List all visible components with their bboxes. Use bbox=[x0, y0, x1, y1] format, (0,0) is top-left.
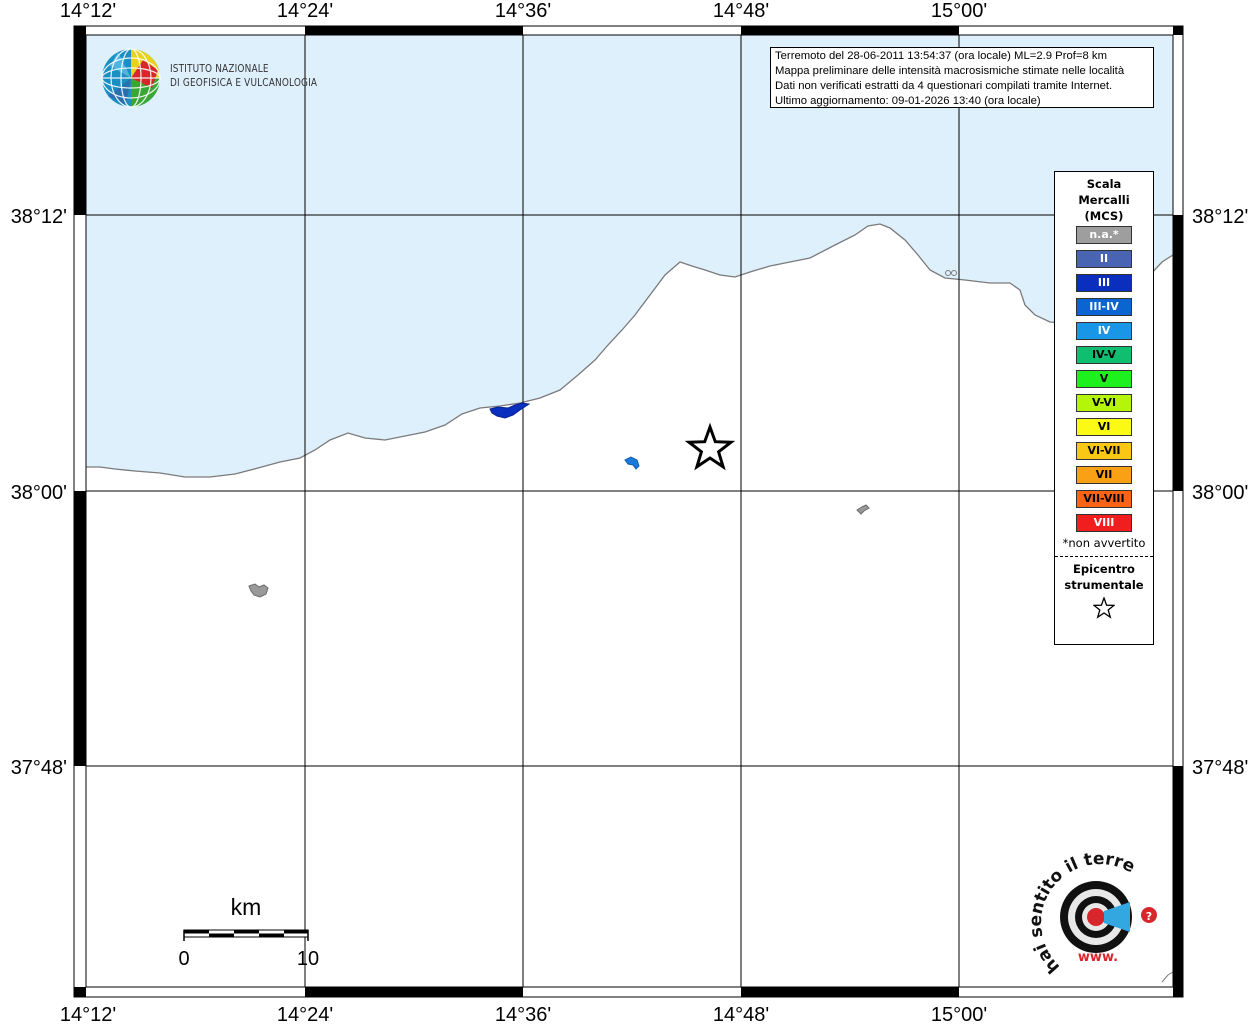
legend-swatches: n.a.* II III III-IV IV IV-V V V-VI VI VI-VII VII VI… bbox=[1055, 226, 1153, 532]
legend-swatch: II bbox=[1076, 250, 1132, 268]
legend-title: Scala Mercalli (MCS) bbox=[1078, 177, 1130, 223]
legend-swatch: VII bbox=[1076, 466, 1132, 484]
scale-max-label: 10 bbox=[297, 948, 319, 970]
lon-label: 14°24' bbox=[277, 1004, 333, 1024]
legend-swatch: III-IV bbox=[1076, 298, 1132, 316]
institute-name-line2: DI GEOFISICA E VULCANOLOGIA bbox=[170, 77, 318, 89]
lat-label: 38°12' bbox=[11, 206, 67, 228]
lat-labels-left: 38°12' 38°00' 37°48' bbox=[11, 206, 67, 779]
lon-label: 14°48' bbox=[713, 0, 769, 22]
legend-swatch: VI bbox=[1076, 418, 1132, 436]
mcs-legend: Scala Mercalli (MCS) n.a.* II III III-IV IV I… bbox=[1054, 171, 1154, 645]
lat-label: 37°48' bbox=[11, 757, 67, 779]
legend-swatch: VI-VII bbox=[1076, 442, 1132, 460]
legend-epicenter-label: Epicentro strumentale bbox=[1064, 562, 1144, 592]
lat-label: 38°00' bbox=[1192, 482, 1248, 504]
lon-label: 15°00' bbox=[931, 0, 987, 22]
legend-swatch: IV-V bbox=[1076, 346, 1132, 364]
info-line-description: Mappa preliminare delle intensità macros… bbox=[775, 65, 1125, 77]
legend-swatch: n.a.* bbox=[1076, 226, 1132, 244]
info-line-source: Dati non verificati estratti da 4 questi… bbox=[775, 80, 1113, 92]
lat-label: 38°00' bbox=[11, 482, 67, 504]
svg-text:?: ? bbox=[1146, 910, 1152, 923]
site-logo-url: www. bbox=[1078, 950, 1118, 965]
legend-star-icon bbox=[1055, 596, 1153, 623]
legend-note: *non avvertito bbox=[1062, 536, 1146, 550]
info-line-event: Terremoto del 28-06-2011 13:54:37 (ora l… bbox=[775, 50, 1107, 62]
institute-name: ISTITUTO NAZIONALE DI GEOFISICA E VULCAN… bbox=[170, 62, 317, 90]
legend-swatch: VIII bbox=[1076, 514, 1132, 532]
lat-label: 37°48' bbox=[1192, 757, 1248, 779]
legend-swatch: III bbox=[1076, 274, 1132, 292]
legend-swatch: VII-VIII bbox=[1076, 490, 1132, 508]
lon-label: 14°36' bbox=[495, 1004, 551, 1024]
ingv-logo-icon bbox=[101, 48, 161, 108]
institute-name-line1: ISTITUTO NAZIONALE bbox=[170, 63, 269, 75]
legend-divider bbox=[1055, 556, 1153, 557]
lon-label: 14°12' bbox=[60, 0, 116, 22]
lon-label: 15°00' bbox=[931, 1004, 987, 1024]
scale-unit: km bbox=[231, 894, 262, 920]
lon-label: 14°48' bbox=[713, 1004, 769, 1024]
lon-labels-bottom: 14°12' 14°24' 14°36' 14°48' 15°00' bbox=[60, 1004, 987, 1024]
legend-swatch: V-VI bbox=[1076, 394, 1132, 412]
earthquake-info-box: Terremoto del 28-06-2011 13:54:37 (ora l… bbox=[770, 47, 1154, 108]
legend-swatch: IV bbox=[1076, 322, 1132, 340]
info-line-updated: Ultimo aggiornamento: 09-01-2026 13:40 (… bbox=[775, 95, 1041, 107]
lon-label: 14°36' bbox=[495, 0, 551, 22]
legend-swatch: V bbox=[1076, 370, 1132, 388]
lon-labels-top: 14°12' 14°24' 14°36' 14°48' 15°00' bbox=[60, 0, 987, 22]
lat-label: 38°12' bbox=[1192, 206, 1248, 228]
lon-label: 14°12' bbox=[60, 1004, 116, 1024]
lat-labels-right: 38°12' 38°00' 37°48' bbox=[1192, 206, 1248, 779]
scale-min-label: 0 bbox=[178, 948, 189, 970]
lon-label: 14°24' bbox=[277, 0, 333, 22]
